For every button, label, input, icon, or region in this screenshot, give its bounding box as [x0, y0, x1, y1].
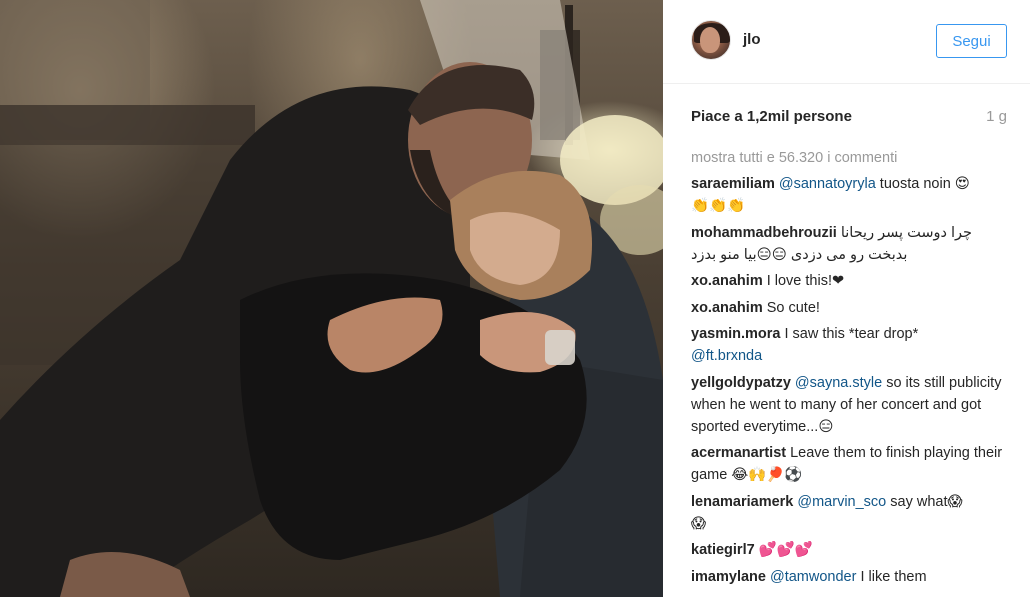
comment-item: yasmin.mora I saw this *tear drop* @ft.br… — [691, 323, 1007, 367]
comment-item: xo.anahim So cute! — [691, 297, 1007, 319]
comment-username[interactable]: lenamariamerk — [691, 494, 793, 510]
comment-username[interactable]: xo.anahim — [691, 273, 763, 289]
comment-mention[interactable]: @sannatoyryla — [779, 176, 876, 192]
comment-item: mohammadbehrouzii چرا دوست پسر ریحانا بدب… — [691, 222, 1007, 266]
comment-list: saraemiliam @sannatoyryla tuosta noin 😍 👏… — [691, 173, 1007, 592]
comment-text: So cute! — [766, 299, 820, 316]
post-time: 1 g — [986, 108, 1007, 125]
comment-username[interactable]: acermanartist — [691, 445, 786, 461]
likes-row: Piace a 1,2mil persone 1 g — [691, 108, 1007, 128]
comment-mention[interactable]: @marvin_sco — [797, 494, 886, 510]
username-link[interactable]: jlo — [743, 31, 761, 48]
comment-mention[interactable]: @sayna.style — [795, 375, 882, 391]
comment-item: yellgoldypatzy @sayna.style so its still … — [691, 372, 1007, 438]
comment-item: xo.anahim I love this!❤ — [691, 270, 1007, 292]
comment-text-line2: 😱 — [691, 515, 707, 532]
post-photo[interactable] — [0, 0, 663, 597]
post-sidebar: jlo Segui Piace a 1,2mil persone 1 g mos… — [663, 0, 1030, 597]
comment-item: imamylane @tamwonder I like them — [691, 566, 1007, 588]
comment-item: katiegirl7 💕💕💕 — [691, 539, 1007, 561]
comment-item: lenamariamerk @marvin_sco say what😱 😱 — [691, 491, 1007, 535]
comment-text: I saw this *tear drop* — [784, 326, 919, 342]
comment-text: tuosta noin 😍 — [875, 176, 970, 192]
comment-username[interactable]: yellgoldypatzy — [691, 375, 791, 391]
comment-username[interactable]: yasmin.mora — [691, 326, 780, 342]
comment-item: acermanartist Leave them to finish playin… — [691, 442, 1007, 486]
comment-item: saraemiliam @sannatoyryla tuosta noin 😍 👏… — [691, 173, 1007, 217]
avatar-face-shape — [700, 27, 720, 53]
comment-mention[interactable]: @tamwonder — [770, 569, 856, 585]
comment-text-line2: بدبخت رو می دزدی 😑😑بیا منو بدزد — [691, 246, 908, 263]
post-header: jlo Segui — [663, 0, 1030, 84]
comment-username[interactable]: saraemiliam — [691, 176, 775, 192]
photo-illustration — [0, 0, 663, 597]
likes-count[interactable]: Piace a 1,2mil persone — [691, 108, 852, 125]
avatar[interactable] — [691, 20, 731, 60]
comment-username[interactable]: katiegirl7 — [691, 542, 755, 558]
comment-text: say what😱 — [886, 493, 963, 510]
comment-username[interactable]: imamylane — [691, 569, 766, 585]
comment-text: 💕💕💕 — [758, 542, 813, 558]
comment-username[interactable]: xo.anahim — [691, 300, 763, 316]
view-all-comments-link[interactable]: mostra tutti e 56.320 i commenti — [691, 150, 897, 166]
comment-text: I love this!❤ — [766, 273, 845, 289]
follow-button[interactable]: Segui — [936, 24, 1007, 58]
comment-text-line2: 👏👏👏 — [691, 198, 746, 214]
comment-username[interactable]: mohammadbehrouzii — [691, 225, 837, 241]
comment-mention[interactable]: @ft.brxnda — [691, 348, 762, 364]
comment-text: چرا دوست پسر ریحانا — [840, 224, 972, 241]
comment-text: I like them — [856, 568, 927, 585]
